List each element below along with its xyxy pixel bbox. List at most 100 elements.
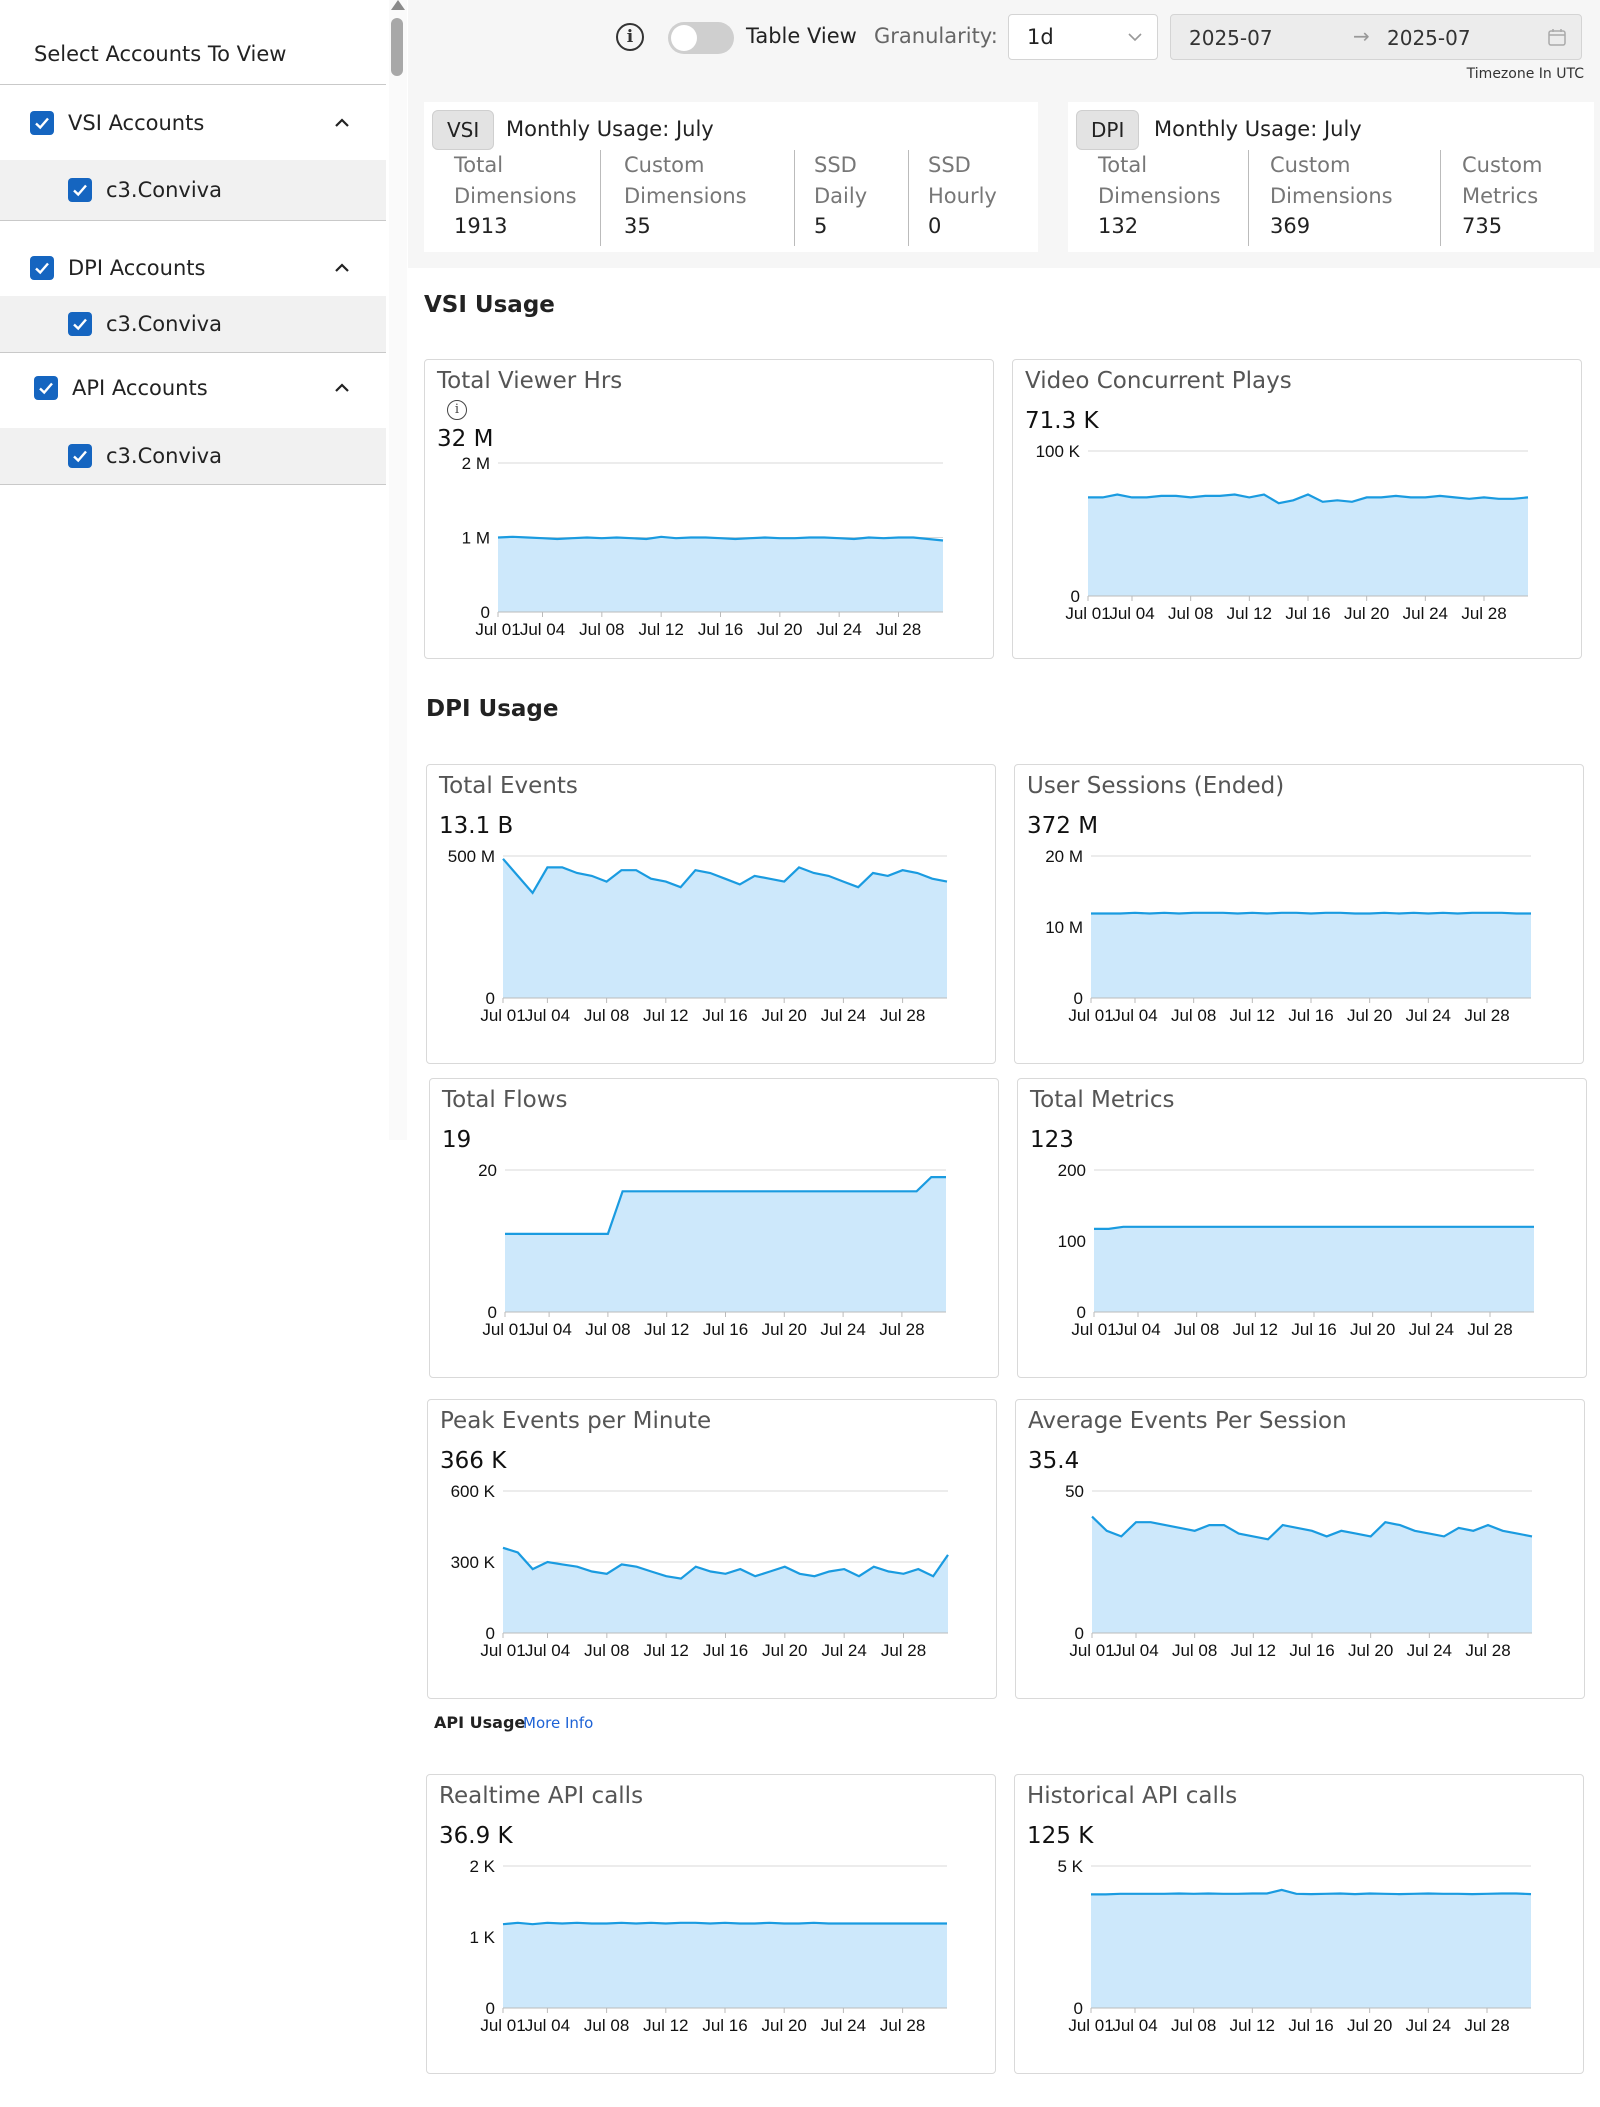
x-tick-label: Jul 28 [880, 2016, 925, 2035]
x-tick-label: Jul 20 [762, 1641, 807, 1660]
vsi-accounts-group[interactable]: VSI Accounts [0, 98, 386, 148]
x-tick-label: Jul 12 [643, 1641, 688, 1660]
y-tick-label: 500 M [448, 847, 495, 866]
metric-value: 1913 [454, 214, 508, 238]
divider [0, 220, 386, 221]
dpi-account-checkbox[interactable] [68, 312, 92, 336]
x-tick-label: Jul 01 [1069, 1641, 1114, 1660]
metric-label: Custom [1270, 153, 1351, 177]
metric-label: SSD [814, 153, 857, 177]
x-tick-label: Jul 28 [879, 1320, 924, 1339]
api-account-label: c3.Conviva [106, 444, 222, 468]
x-tick-label: Jul 24 [820, 1320, 865, 1339]
x-tick-label: Jul 20 [1348, 1641, 1393, 1660]
chevron-up-icon[interactable] [332, 378, 352, 398]
chart-plot: 20 M10 M0Jul 01Jul 04 Jul 08 Jul 12 Jul 16 J… [1045, 847, 1531, 1025]
x-tick-label: Jul 24 [821, 1641, 866, 1660]
calendar-icon[interactable] [1547, 27, 1567, 47]
dpi-accounts-label: DPI Accounts [68, 256, 206, 280]
x-tick-label: Jul 28 [1464, 1006, 1509, 1025]
x-tick-label: Jul 08 [1174, 1320, 1219, 1339]
area-series [1092, 1516, 1532, 1633]
vsi-total-dimensions: Total Dimensions 1913 [454, 150, 577, 238]
y-tick-label: 100 K [1036, 442, 1081, 461]
api-more-info-link[interactable]: More Info [523, 1714, 593, 1732]
scroll-up-arrow-icon[interactable] [391, 0, 405, 10]
api-account-item[interactable]: c3.Conviva [0, 428, 386, 484]
x-tick-label: Jul 04 [1115, 1320, 1160, 1339]
chart-plot: 500Jul 01Jul 04 Jul 08 Jul 12 Jul 16 Jul 20 J… [1065, 1482, 1533, 1660]
x-tick-label: Jul 01 [1068, 1006, 1113, 1025]
x-tick-label: Jul 12 [1231, 1641, 1276, 1660]
date-range-picker[interactable]: 2025-07 → 2025-07 [1170, 14, 1582, 60]
metric-label: Dimensions [454, 184, 577, 208]
x-tick-label: Jul 16 [1288, 1006, 1333, 1025]
x-tick-label: Jul 04 [520, 620, 565, 639]
x-tick-label: Jul 08 [585, 1320, 630, 1339]
metric-value: 0 [928, 214, 942, 238]
area-series [1091, 1889, 1531, 2008]
y-tick-label: 2 M [462, 454, 490, 473]
sidebar-scrollbar[interactable] [389, 0, 407, 1140]
chevron-up-icon[interactable] [332, 113, 352, 133]
dpi-account-item[interactable]: c3.Conviva [0, 296, 386, 352]
user-sessions-ended-card: User Sessions (Ended) 372 M 20 M 10 M 0 Jul 0… [1014, 764, 1584, 1064]
x-tick-label: Jul 08 [584, 2016, 629, 2035]
x-tick-label: Jul 04 [525, 2016, 570, 2035]
x-tick-label: Jul 04 [525, 1006, 570, 1025]
vsi-account-checkbox[interactable] [68, 178, 92, 202]
chevron-up-icon[interactable] [332, 258, 352, 278]
granularity-select[interactable]: 1d [1008, 14, 1158, 60]
chart-plot: 500 M0Jul 01 Jul 04 Jul 08 Jul 12 Jul 16 Jul … [448, 847, 948, 1025]
sidebar-title: Select Accounts To View [34, 42, 287, 66]
x-tick-label: Jul 24 [1406, 1006, 1451, 1025]
x-tick-label: Jul 16 [703, 1320, 748, 1339]
x-tick-label: Jul 12 [643, 2016, 688, 2035]
info-icon[interactable]: i [616, 23, 644, 51]
metric-label: Dimensions [624, 184, 747, 208]
vsi-accounts-label: VSI Accounts [68, 111, 205, 135]
sidebar-scrollbar-thumb[interactable] [391, 18, 403, 76]
x-tick-label: Jul 16 [1289, 1641, 1334, 1660]
x-tick-label: Jul 04 [1112, 1006, 1157, 1025]
x-tick-label: Jul 24 [821, 2016, 866, 2035]
chart-plot: 600 K300 K0Jul 01 Jul 04 Jul 08 Jul 12 Jul 1… [451, 1482, 949, 1660]
timezone-note: Timezone In UTC [1466, 66, 1584, 82]
divider [1440, 150, 1441, 246]
area-series [503, 1922, 947, 2008]
api-accounts-checkbox[interactable] [34, 376, 58, 400]
dpi-accounts-checkbox[interactable] [30, 256, 54, 280]
historical-api-calls-card: Historical API calls 125 K5 K 0 Jul 01 Jul 0… [1014, 1774, 1584, 2074]
total-flows-card: Total Flows 19 20 0 Jul 01 Jul 04 Jul 08 Jul 12… [429, 1078, 999, 1378]
dpi-accounts-group[interactable]: DPI Accounts [0, 243, 386, 293]
x-tick-label: Jul 04 [1113, 1641, 1158, 1660]
vsi-accounts-checkbox[interactable] [30, 111, 54, 135]
x-tick-label: Jul 20 [1347, 1006, 1392, 1025]
x-tick-label: Jul 08 [584, 1006, 629, 1025]
x-tick-label: Jul 04 [1109, 604, 1154, 623]
metric-label: Hourly [928, 184, 997, 208]
dpi-summary-title: Monthly Usage: July [1154, 117, 1362, 141]
y-tick-label: 20 M [1045, 847, 1083, 866]
x-tick-label: Jul 08 [1171, 1006, 1216, 1025]
vsi-usage-heading: VSI Usage [424, 292, 555, 318]
toggle-knob [671, 25, 697, 51]
x-tick-label: Jul 08 [584, 1641, 629, 1660]
date-from[interactable]: 2025-07 [1189, 26, 1273, 50]
date-to[interactable]: 2025-07 [1387, 26, 1471, 50]
metric-label: Custom [624, 153, 705, 177]
api-accounts-label: API Accounts [72, 376, 208, 400]
date-arrow-icon: → [1353, 24, 1370, 48]
api-account-checkbox[interactable] [68, 444, 92, 468]
x-tick-label: Jul 12 [644, 1320, 689, 1339]
table-view-toggle[interactable] [668, 22, 734, 54]
x-tick-label: Jul 16 [698, 620, 743, 639]
api-accounts-group[interactable]: API Accounts [0, 363, 386, 413]
divider [0, 352, 386, 353]
x-tick-label: Jul 20 [1344, 604, 1389, 623]
dpi-custom-dimensions: Custom Dimensions 369 [1270, 150, 1393, 238]
vsi-tag: VSI [432, 110, 495, 150]
vsi-account-item[interactable]: c3.Conviva [0, 160, 386, 220]
x-tick-label: Jul 28 [1467, 1320, 1512, 1339]
y-tick-label: 200 [1058, 1161, 1086, 1180]
